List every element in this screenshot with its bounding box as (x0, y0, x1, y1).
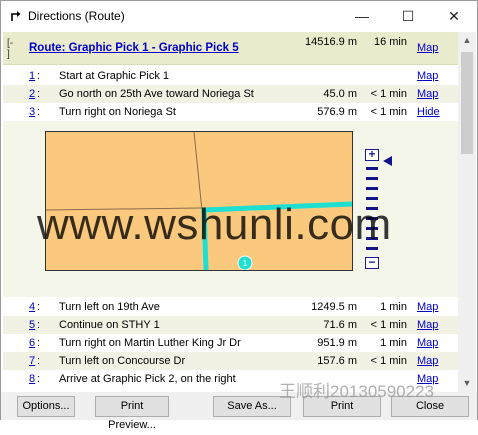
minimize-button[interactable]: — (339, 1, 385, 31)
step-map-link[interactable]: Map (417, 298, 438, 316)
step-map-link[interactable]: Map (417, 316, 438, 334)
step-number-link[interactable]: 7 (29, 352, 35, 370)
print-preview-button[interactable]: Print Preview... (95, 396, 169, 431)
scroll-up-icon[interactable]: ▲ (458, 32, 476, 49)
step-map-link[interactable]: Map (417, 85, 438, 103)
step-map-link[interactable]: Map (417, 67, 438, 85)
step-time: < 1 min (370, 355, 407, 367)
step-map-link[interactable]: Map (417, 334, 438, 352)
zoom-level-pointer-icon[interactable] (383, 156, 392, 166)
route-total-time: 16 min (373, 36, 407, 48)
options-button[interactable]: Options... (17, 396, 75, 417)
step-distance: 1249.5 m (311, 301, 357, 313)
step-hide-link[interactable]: Hide (417, 103, 440, 121)
window-title: Directions (Route) (28, 9, 125, 23)
direction-row: 5: Continue on STHY 1 71.6 m < 1 min Map (3, 316, 458, 334)
step-description: Turn right on Martin Luther King Jr Dr (59, 337, 241, 349)
step-distance: 576.9 m (317, 106, 357, 118)
direction-row: 4: Turn left on 19th Ave 1249.5 m 1 min … (3, 298, 458, 316)
step-number-link[interactable]: 2 (29, 85, 35, 103)
step-description: Arrive at Graphic Pick 2, on the right (59, 373, 236, 385)
step-number-link[interactable]: 4 (29, 298, 35, 316)
watermark-corner-text: 王顺利20130590223 (279, 382, 435, 401)
direction-row: 6: Turn right on Martin Luther King Jr D… (3, 334, 458, 352)
direction-row: 2: Go north on 25th Ave toward Noriega S… (3, 85, 458, 103)
step-description: Go north on 25th Ave toward Noriega St (59, 88, 254, 100)
maximize-button[interactable]: ☐ (385, 1, 431, 31)
stop-label: 1 (243, 259, 248, 268)
watermark-text: www.wshunli.com (37, 200, 392, 249)
directions-icon (11, 11, 21, 21)
direction-row: 1: Start at Graphic Pick 1 Map (3, 67, 458, 85)
vertical-scrollbar[interactable]: ▲ ▼ (458, 32, 476, 392)
close-window-button[interactable]: ✕ (431, 1, 477, 31)
step-distance: 71.6 m (323, 319, 357, 331)
step-time: < 1 min (370, 106, 407, 118)
step-time: < 1 min (370, 319, 407, 331)
zoom-level-tick[interactable] (366, 177, 378, 180)
route-title-link[interactable]: Route: Graphic Pick 1 - Graphic Pick 5 (29, 42, 239, 54)
directions-window: Directions (Route) — ☐ ✕ [-] Route: Grap… (0, 0, 478, 431)
step-number-link[interactable]: 8 (29, 370, 35, 388)
step-time: 1 min (380, 301, 407, 313)
zoom-level-tick[interactable] (366, 187, 378, 190)
step-description: Turn left on 19th Ave (59, 301, 160, 313)
route-map-link[interactable]: Map (417, 42, 438, 54)
step-number-link[interactable]: 6 (29, 334, 35, 352)
zoom-in-button[interactable]: + (365, 148, 379, 161)
route-total-distance: 14516.9 m (305, 36, 357, 48)
collapse-toggle[interactable]: [-] (7, 38, 13, 60)
step-map-link[interactable]: Map (417, 352, 438, 370)
direction-row: 7: Turn left on Concourse Dr 157.6 m < 1… (3, 352, 458, 370)
step-description: Turn left on Concourse Dr (59, 355, 186, 367)
step-description: Start at Graphic Pick 1 (59, 70, 170, 82)
direction-row: 3: Turn right on Noriega St 576.9 m < 1 … (3, 103, 458, 121)
step-distance: 951.9 m (317, 337, 357, 349)
step-number-link[interactable]: 5 (29, 316, 35, 334)
step-time: < 1 min (370, 88, 407, 100)
zoom-level-tick[interactable] (366, 167, 378, 170)
step-number-link[interactable]: 3 (29, 103, 35, 121)
step-description: Turn right on Noriega St (59, 106, 176, 118)
step-number-link[interactable]: 1 (29, 67, 35, 85)
title-bar: Directions (Route) — ☐ ✕ (1, 1, 477, 31)
step-time: 1 min (380, 337, 407, 349)
scroll-down-icon[interactable]: ▼ (458, 375, 476, 392)
step-description: Continue on STHY 1 (59, 319, 160, 331)
step-distance: 157.6 m (317, 355, 357, 367)
scroll-thumb[interactable] (461, 52, 473, 154)
route-header: [-] Route: Graphic Pick 1 - Graphic Pick… (3, 32, 458, 65)
zoom-out-button[interactable]: − (365, 256, 379, 269)
step-distance: 45.0 m (323, 88, 357, 100)
